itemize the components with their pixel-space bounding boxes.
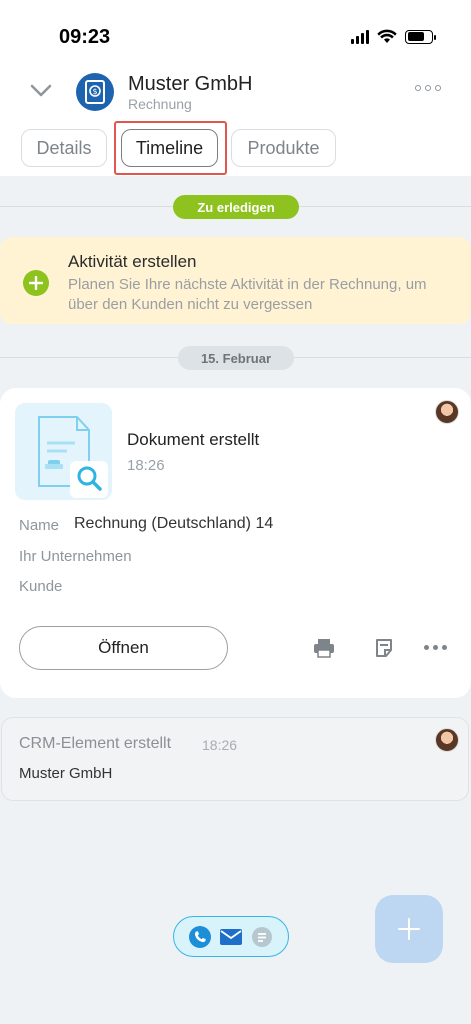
- tab-details[interactable]: Details: [21, 129, 107, 167]
- crm-value[interactable]: Muster GmbH: [19, 765, 112, 782]
- plus-icon: [398, 918, 420, 940]
- date-badge: 15. Februar: [178, 346, 294, 370]
- tab-highlight-frame: [114, 121, 227, 175]
- todo-badge: Zu erledigen: [173, 195, 299, 219]
- crm-title: CRM-Element erstellt: [19, 735, 172, 752]
- svg-text:$: $: [92, 87, 97, 96]
- add-activity-icon[interactable]: [23, 270, 49, 296]
- crm-time: 18:26: [202, 737, 238, 753]
- activity-title: Aktivität erstellen: [68, 252, 197, 271]
- field-value-name[interactable]: Rechnung (Deutschland) 14: [74, 515, 273, 533]
- chevron-down-icon[interactable]: [30, 84, 52, 98]
- page-subtitle: Rechnung: [128, 96, 192, 112]
- wifi-icon: [377, 29, 397, 43]
- chat-icon[interactable]: [251, 926, 273, 948]
- activity-description: Planen Sie Ihre nächste Aktivität in der…: [68, 276, 427, 313]
- field-label-name: Name: [19, 517, 60, 534]
- avatar[interactable]: [435, 400, 459, 424]
- open-button[interactable]: Öffnen: [19, 626, 228, 670]
- document-search-icon: [38, 416, 108, 498]
- communication-bar: [173, 916, 289, 957]
- document-thumbnail[interactable]: [15, 403, 112, 500]
- field-label-customer: Kunde: [19, 578, 63, 595]
- phone-icon[interactable]: [189, 925, 211, 948]
- battery-icon: [405, 29, 436, 44]
- avatar[interactable]: [435, 728, 459, 752]
- cellular-signal-icon: [351, 29, 369, 44]
- tab-products[interactable]: Produkte: [231, 129, 336, 167]
- page-title: Muster GmbH: [128, 73, 253, 95]
- status-time: 09:23: [59, 26, 111, 48]
- printer-icon[interactable]: [311, 636, 337, 660]
- note-icon[interactable]: [371, 636, 397, 660]
- mail-icon[interactable]: [220, 926, 242, 948]
- more-icon[interactable]: [415, 85, 441, 91]
- crm-element-card: [1, 717, 469, 801]
- field-label-company: Ihr Unternehmen: [19, 548, 132, 565]
- status-icons: [351, 29, 436, 44]
- more-icon[interactable]: [424, 645, 447, 650]
- document-title: Dokument erstellt: [127, 430, 260, 449]
- document-time: 18:26: [127, 457, 165, 474]
- add-button[interactable]: [375, 895, 443, 963]
- invoice-icon: $: [76, 73, 114, 111]
